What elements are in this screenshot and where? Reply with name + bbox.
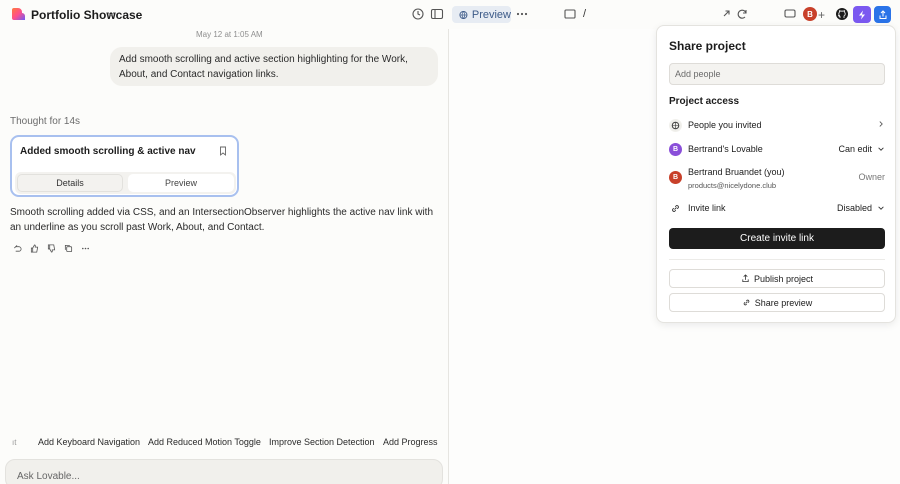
card-preview-button[interactable]: Preview [128, 174, 234, 192]
upload-icon [742, 274, 749, 283]
owner-row: B Bertrand Bruandet (you) products@nicel… [669, 166, 885, 192]
upgrade-button[interactable] [853, 6, 871, 23]
open-external-icon[interactable] [718, 6, 734, 22]
thought-duration[interactable]: Thought for 14s [10, 116, 80, 127]
publish-button[interactable] [874, 6, 891, 23]
invite-link-dropdown[interactable]: Disabled [837, 203, 885, 213]
chevron-right-icon [877, 120, 885, 128]
owner-name: Bertrand Bruandet (you) [688, 167, 785, 177]
share-icon [879, 9, 886, 19]
project-title[interactable]: Portfolio Showcase [31, 8, 142, 22]
link-icon [743, 299, 750, 306]
add-people-input[interactable] [669, 63, 885, 85]
copy-icon[interactable] [64, 244, 73, 253]
refresh-icon[interactable] [734, 6, 750, 22]
suggestion-chip[interactable]: Add Reduced Motion Toggle [148, 437, 261, 447]
chevron-down-icon [878, 147, 884, 151]
suggestion-chip[interactable]: Improve Section Detection [269, 437, 375, 447]
details-button[interactable]: Details [17, 174, 123, 192]
chevron-down-icon [878, 206, 884, 210]
chevron-down-icon[interactable] [106, 9, 116, 19]
suggestion-chip[interactable]: Add Progress [383, 437, 438, 447]
people-icon [669, 119, 682, 132]
invite-link-row: Invite link Disabled [669, 201, 885, 217]
people-invited-label: People you invited [688, 120, 762, 130]
preview-toggle-button[interactable]: Preview [452, 6, 511, 23]
chat-composer [5, 459, 443, 484]
undo-icon[interactable] [13, 244, 22, 253]
permission-dropdown[interactable]: Can edit [838, 144, 885, 154]
workspace-access-row: B Bertrand's Lovable Can edit [669, 142, 885, 158]
user-message-bubble: Add smooth scrolling and active section … [110, 47, 438, 86]
more-icon[interactable] [81, 244, 90, 253]
assistant-response: Smooth scrolling added via CSS, and an I… [10, 207, 434, 233]
share-preview-label: Share preview [754, 297, 813, 308]
message-actions [13, 244, 90, 253]
workspace-avatar: B [669, 143, 682, 156]
divider [669, 259, 885, 260]
chat-icon[interactable] [782, 6, 798, 22]
publish-project-label: Publish project [753, 273, 814, 284]
suggestion-chip-partial[interactable]: ıt [12, 438, 16, 447]
publish-project-button[interactable]: Publish project [669, 269, 885, 288]
globe-icon [459, 10, 468, 19]
suggestion-chips: ıt Add Keyboard Navigation Add Reduced M… [0, 437, 448, 451]
permission-value: Can edit [838, 144, 872, 154]
owner-email: products@nicelydone.club [688, 181, 777, 190]
project-access-heading: Project access [669, 96, 740, 107]
share-panel-title: Share project [669, 39, 746, 53]
invite-link-status: Disabled [836, 203, 872, 213]
bookmark-icon[interactable] [218, 146, 228, 156]
github-icon[interactable] [834, 6, 850, 22]
change-card[interactable]: Added smooth scrolling & active nav Deta… [10, 135, 239, 197]
history-icon[interactable] [410, 6, 426, 22]
plus-icon[interactable]: + [818, 8, 825, 22]
share-project-popover: Share project Project access People you … [656, 25, 896, 323]
chat-input[interactable] [17, 471, 417, 482]
change-card-tabs: Details Preview [15, 172, 236, 194]
lovable-logo-icon[interactable] [11, 7, 25, 21]
invite-link-label: Invite link [688, 203, 726, 213]
workspace-label: Bertrand's Lovable [688, 144, 763, 154]
message-timestamp: May 12 at 1:05 AM [196, 30, 263, 39]
suggestion-chip[interactable]: Add Keyboard Navigation [38, 437, 140, 447]
thumbs-up-icon[interactable] [30, 244, 39, 253]
owner-role: Owner [858, 172, 885, 182]
user-avatar[interactable]: B [803, 7, 817, 21]
lightning-icon [859, 10, 865, 19]
owner-avatar: B [669, 171, 682, 184]
more-options-icon[interactable] [514, 6, 530, 22]
change-card-title: Added smooth scrolling & active nav [20, 146, 196, 157]
thumbs-down-icon[interactable] [47, 244, 56, 253]
preview-label: Preview [471, 8, 511, 21]
device-view-icon[interactable] [562, 6, 578, 22]
sidebar-toggle-icon[interactable] [429, 6, 445, 22]
people-invited-row[interactable]: People you invited [669, 118, 885, 134]
link-icon [669, 202, 682, 215]
url-path[interactable]: / [583, 8, 586, 20]
share-preview-button[interactable]: Share preview [669, 293, 885, 312]
create-invite-link-button[interactable]: Create invite link [669, 228, 885, 249]
